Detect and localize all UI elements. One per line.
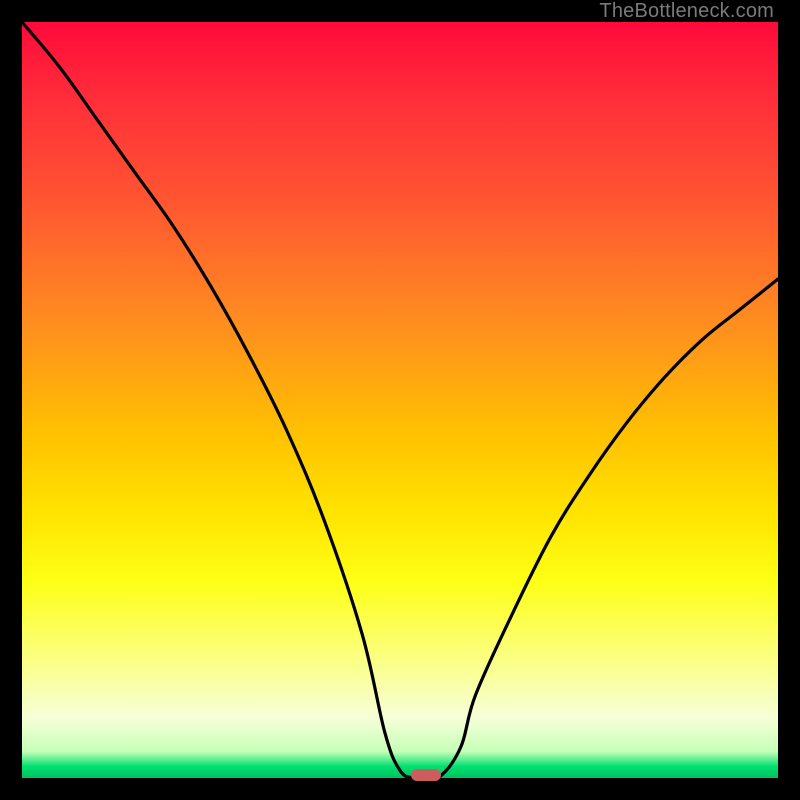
- plot-area: [22, 22, 778, 778]
- chart-frame: TheBottleneck.com: [0, 0, 800, 800]
- minimum-marker: [411, 769, 441, 781]
- bottleneck-curve: [22, 22, 778, 778]
- curve-path: [22, 22, 778, 781]
- watermark-text: TheBottleneck.com: [599, 0, 774, 23]
